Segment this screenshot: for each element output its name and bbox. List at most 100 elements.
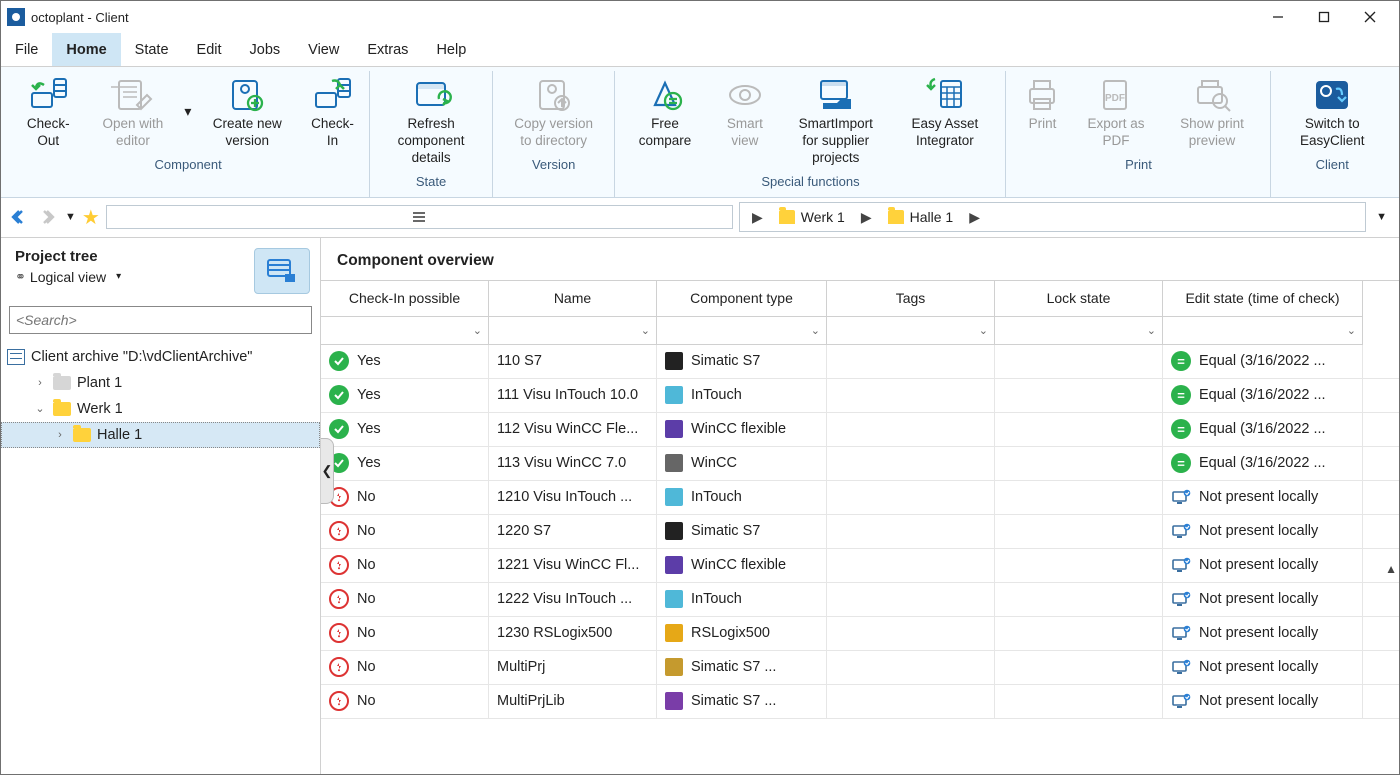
tree-node[interactable]: ›Halle 1 <box>1 422 320 448</box>
breadcrumb-item-halle1[interactable]: Halle 1 <box>880 209 962 225</box>
check-no-icon <box>329 589 349 609</box>
menu-jobs[interactable]: Jobs <box>236 33 295 66</box>
column-header[interactable]: Edit state (time of check) <box>1163 281 1363 317</box>
content-title: Component overview <box>321 238 1399 280</box>
search-input[interactable] <box>9 306 312 334</box>
project-tree[interactable]: Client archive "D:\vdClientArchive"›Plan… <box>1 340 320 774</box>
expand-icon[interactable]: › <box>33 376 47 390</box>
cell-value: Equal (3/16/2022 ... <box>1199 387 1326 403</box>
ribbon-check-in[interactable]: Check-In <box>302 71 364 153</box>
breadcrumb-root-button[interactable] <box>106 205 733 229</box>
folder-icon <box>779 210 795 224</box>
breadcrumb[interactable]: ▶ Werk 1 ▶ Halle 1 ▶ <box>739 202 1366 232</box>
table-row[interactable]: Yes110 S7Simatic S7=Equal (3/16/2022 ... <box>321 345 1399 379</box>
free-compare-icon <box>643 74 687 116</box>
glasses-icon: ⚭ <box>15 269 24 285</box>
column-filter[interactable]: ⌄ <box>657 317 827 345</box>
ribbon-check-out[interactable]: Check-Out <box>13 71 83 153</box>
column-filter[interactable]: ⌄ <box>489 317 657 345</box>
table-row[interactable]: Yes111 Visu InTouch 10.0InTouch=Equal (3… <box>321 379 1399 413</box>
menu-home[interactable]: Home <box>52 33 120 66</box>
tree-node[interactable]: ⌄Werk 1 <box>1 396 320 422</box>
menu-state[interactable]: State <box>121 33 183 66</box>
cell-value: Equal (3/16/2022 ... <box>1199 353 1326 369</box>
equal-icon: = <box>1171 453 1191 473</box>
scroll-up-icon[interactable]: ▲ <box>1385 562 1397 576</box>
check-no-icon <box>329 691 349 711</box>
menu-extras[interactable]: Extras <box>353 33 422 66</box>
ribbon-button-label: Smart view <box>717 116 774 150</box>
equal-icon: = <box>1171 351 1191 371</box>
tree-node[interactable]: ›Plant 1 <box>1 370 320 396</box>
maximize-button[interactable] <box>1301 1 1347 33</box>
close-button[interactable] <box>1347 1 1393 33</box>
column-header[interactable]: Lock state <box>995 281 1163 317</box>
column-filter[interactable]: ⌄ <box>995 317 1163 345</box>
view-toggle-button[interactable] <box>254 248 310 294</box>
create-new-version-icon <box>225 74 269 116</box>
breadcrumb-overflow[interactable]: ▼ <box>1372 211 1391 223</box>
open-with-editor-icon <box>111 74 155 116</box>
nav-back-button[interactable] <box>9 206 31 228</box>
cell-value: No <box>357 523 376 539</box>
ribbon-easy-asset[interactable]: Easy Asset Integrator <box>890 71 999 153</box>
menu-help[interactable]: Help <box>422 33 480 66</box>
cell-value: Yes <box>357 421 381 437</box>
ribbon-button-label: Print <box>1029 116 1057 133</box>
nav-dropdown[interactable]: ▼ <box>65 211 76 223</box>
column-filter[interactable]: ⌄ <box>827 317 995 345</box>
ribbon-create-new-version[interactable]: Create new version <box>193 71 302 153</box>
nav-forward-button[interactable] <box>37 206 59 228</box>
table-row[interactable]: No1221 Visu WinCC Fl...WinCC flexibleNot… <box>321 549 1399 583</box>
column-filter[interactable]: ⌄ <box>1163 317 1363 345</box>
breadcrumb-home[interactable]: ▶ <box>744 209 771 226</box>
collapse-icon[interactable]: ⌄ <box>33 402 47 416</box>
ribbon-free-compare[interactable]: Free compare <box>621 71 708 153</box>
not-local-icon <box>1171 591 1191 607</box>
titlebar: octoplant - Client <box>1 1 1399 33</box>
column-header[interactable]: Name <box>489 281 657 317</box>
menu-view[interactable]: View <box>294 33 353 66</box>
minimize-button[interactable] <box>1255 1 1301 33</box>
component-type-icon <box>665 692 683 710</box>
cell-value: 1221 Visu WinCC Fl... <box>497 557 639 573</box>
menu-edit[interactable]: Edit <box>183 33 236 66</box>
table-row[interactable]: Yes113 Visu WinCC 7.0WinCC=Equal (3/16/2… <box>321 447 1399 481</box>
component-grid: Check-In possibleNameComponent typeTagsL… <box>321 280 1399 774</box>
equal-icon: = <box>1171 419 1191 439</box>
ribbon-refresh[interactable]: Refresh component details <box>376 71 486 170</box>
table-row[interactable]: No1220 S7Simatic S7Not present locally <box>321 515 1399 549</box>
breadcrumb-item-werk1[interactable]: Werk 1 <box>771 209 853 225</box>
column-header[interactable]: Component type <box>657 281 827 317</box>
check-yes-icon <box>329 385 349 405</box>
ribbon-smartimport[interactable]: SmartImport for supplier projects <box>781 71 890 170</box>
view-mode-dropdown[interactable]: ▾ <box>116 271 121 282</box>
table-row[interactable]: Yes112 Visu WinCC Fle...WinCC flexible=E… <box>321 413 1399 447</box>
column-header[interactable]: Check-In possible <box>321 281 489 317</box>
not-local-icon <box>1171 659 1191 675</box>
collapse-handle[interactable]: ❮ <box>321 438 334 504</box>
ribbon-switch-easyclient[interactable]: Switch to EasyClient <box>1277 71 1387 153</box>
cell-value: No <box>357 591 376 607</box>
column-filter[interactable]: ⌄ <box>321 317 489 345</box>
cell-value: Simatic S7 <box>691 523 760 539</box>
table-row[interactable]: No1230 RSLogix500RSLogix500Not present l… <box>321 617 1399 651</box>
cell-value: No <box>357 557 376 573</box>
menu-file[interactable]: File <box>1 33 52 66</box>
expand-icon[interactable]: › <box>53 428 67 442</box>
table-row[interactable]: No1222 Visu InTouch ...InTouchNot presen… <box>321 583 1399 617</box>
column-header[interactable]: Tags <box>827 281 995 317</box>
ribbon-dropdown[interactable]: ▾ <box>184 103 192 120</box>
component-type-icon <box>665 488 683 506</box>
tree-root[interactable]: Client archive "D:\vdClientArchive" <box>1 344 320 370</box>
component-type-icon <box>665 556 683 574</box>
favorite-icon[interactable]: ★ <box>82 205 100 230</box>
check-yes-icon <box>329 419 349 439</box>
cell-value: 111 Visu InTouch 10.0 <box>497 387 638 403</box>
grid-body[interactable]: Yes110 S7Simatic S7=Equal (3/16/2022 ...… <box>321 345 1399 774</box>
table-row[interactable]: NoMultiPrjSimatic S7 ...Not present loca… <box>321 651 1399 685</box>
table-row[interactable]: No1210 Visu InTouch ...InTouchNot presen… <box>321 481 1399 515</box>
cell-value: InTouch <box>691 489 742 505</box>
table-row[interactable]: NoMultiPrjLibSimatic S7 ...Not present l… <box>321 685 1399 719</box>
grid-filter-row: ⌄⌄⌄⌄⌄⌄ <box>321 317 1399 345</box>
